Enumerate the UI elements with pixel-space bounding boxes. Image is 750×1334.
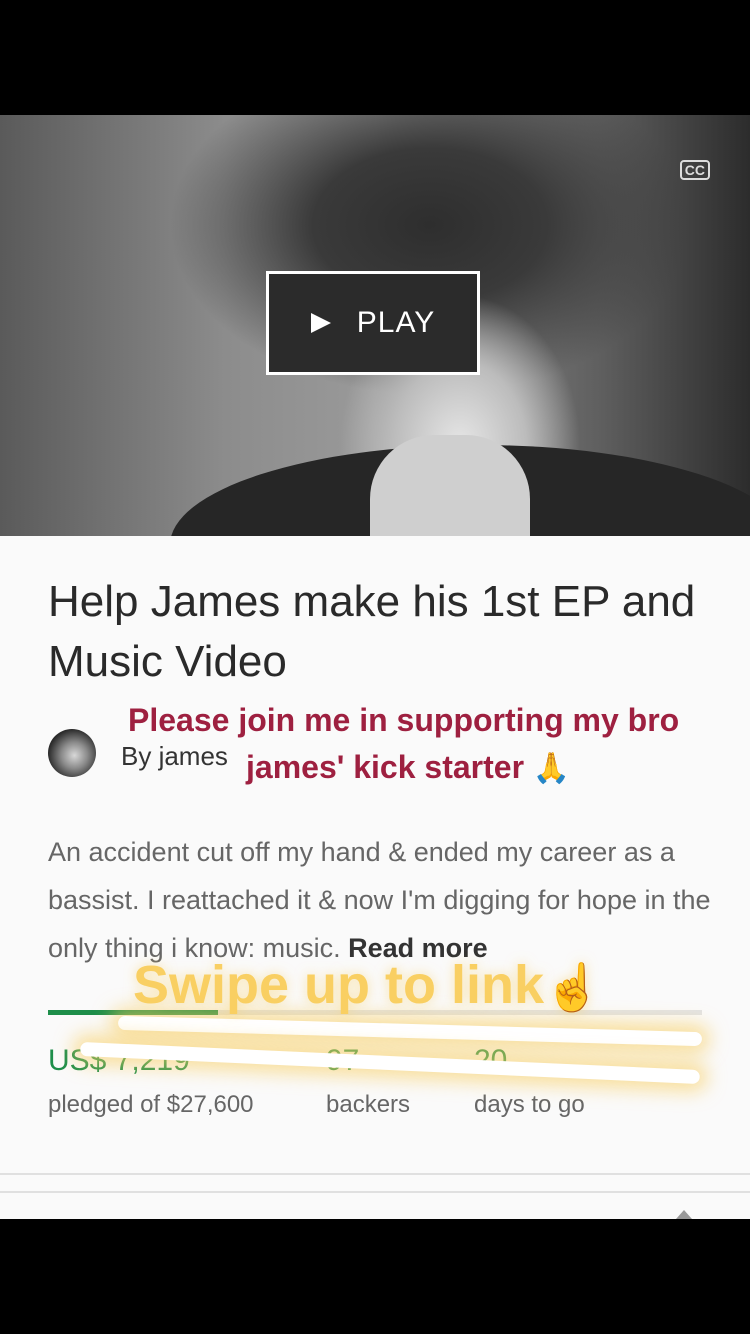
play-icon <box>310 313 331 333</box>
section-divider <box>0 1191 750 1193</box>
project-card: Help James make his 1st EP and Music Vid… <box>0 536 750 1219</box>
story-caption-text: james' kick starter <box>246 749 525 785</box>
days-to-go-label: days to go <box>474 1091 585 1118</box>
backers-label: backers <box>326 1091 411 1118</box>
project-description: An accident cut off my hand & ended my c… <box>48 828 718 972</box>
story-caption-line1: Please join me in supporting my bro <box>128 702 680 738</box>
creator-byline[interactable]: By james <box>121 741 228 772</box>
swipe-up-text: Swipe up to link <box>133 955 545 1015</box>
highlight-scribble <box>117 1015 703 1047</box>
video-thumbnail-neck <box>370 435 530 536</box>
creator-avatar[interactable] <box>48 729 96 777</box>
pointing-finger-icon: ☝ <box>544 961 602 1013</box>
story-caption-line2: james' kick starter 🙏 <box>246 749 570 786</box>
video-player[interactable]: CC PLAY <box>0 115 750 536</box>
closed-captions-icon[interactable]: CC <box>679 160 710 180</box>
pledged-label: pledged of $27,600 <box>48 1091 254 1118</box>
praying-hands-icon: 🙏 <box>532 752 571 785</box>
scroll-up-icon[interactable] <box>676 1210 692 1219</box>
project-title: Help James make his 1st EP and Music Vid… <box>48 577 696 686</box>
swipe-up-prompt[interactable]: Swipe up to link☝ <box>133 954 601 1016</box>
section-divider <box>0 1173 750 1175</box>
play-label: PLAY <box>356 306 436 339</box>
play-button[interactable]: PLAY <box>266 271 480 375</box>
